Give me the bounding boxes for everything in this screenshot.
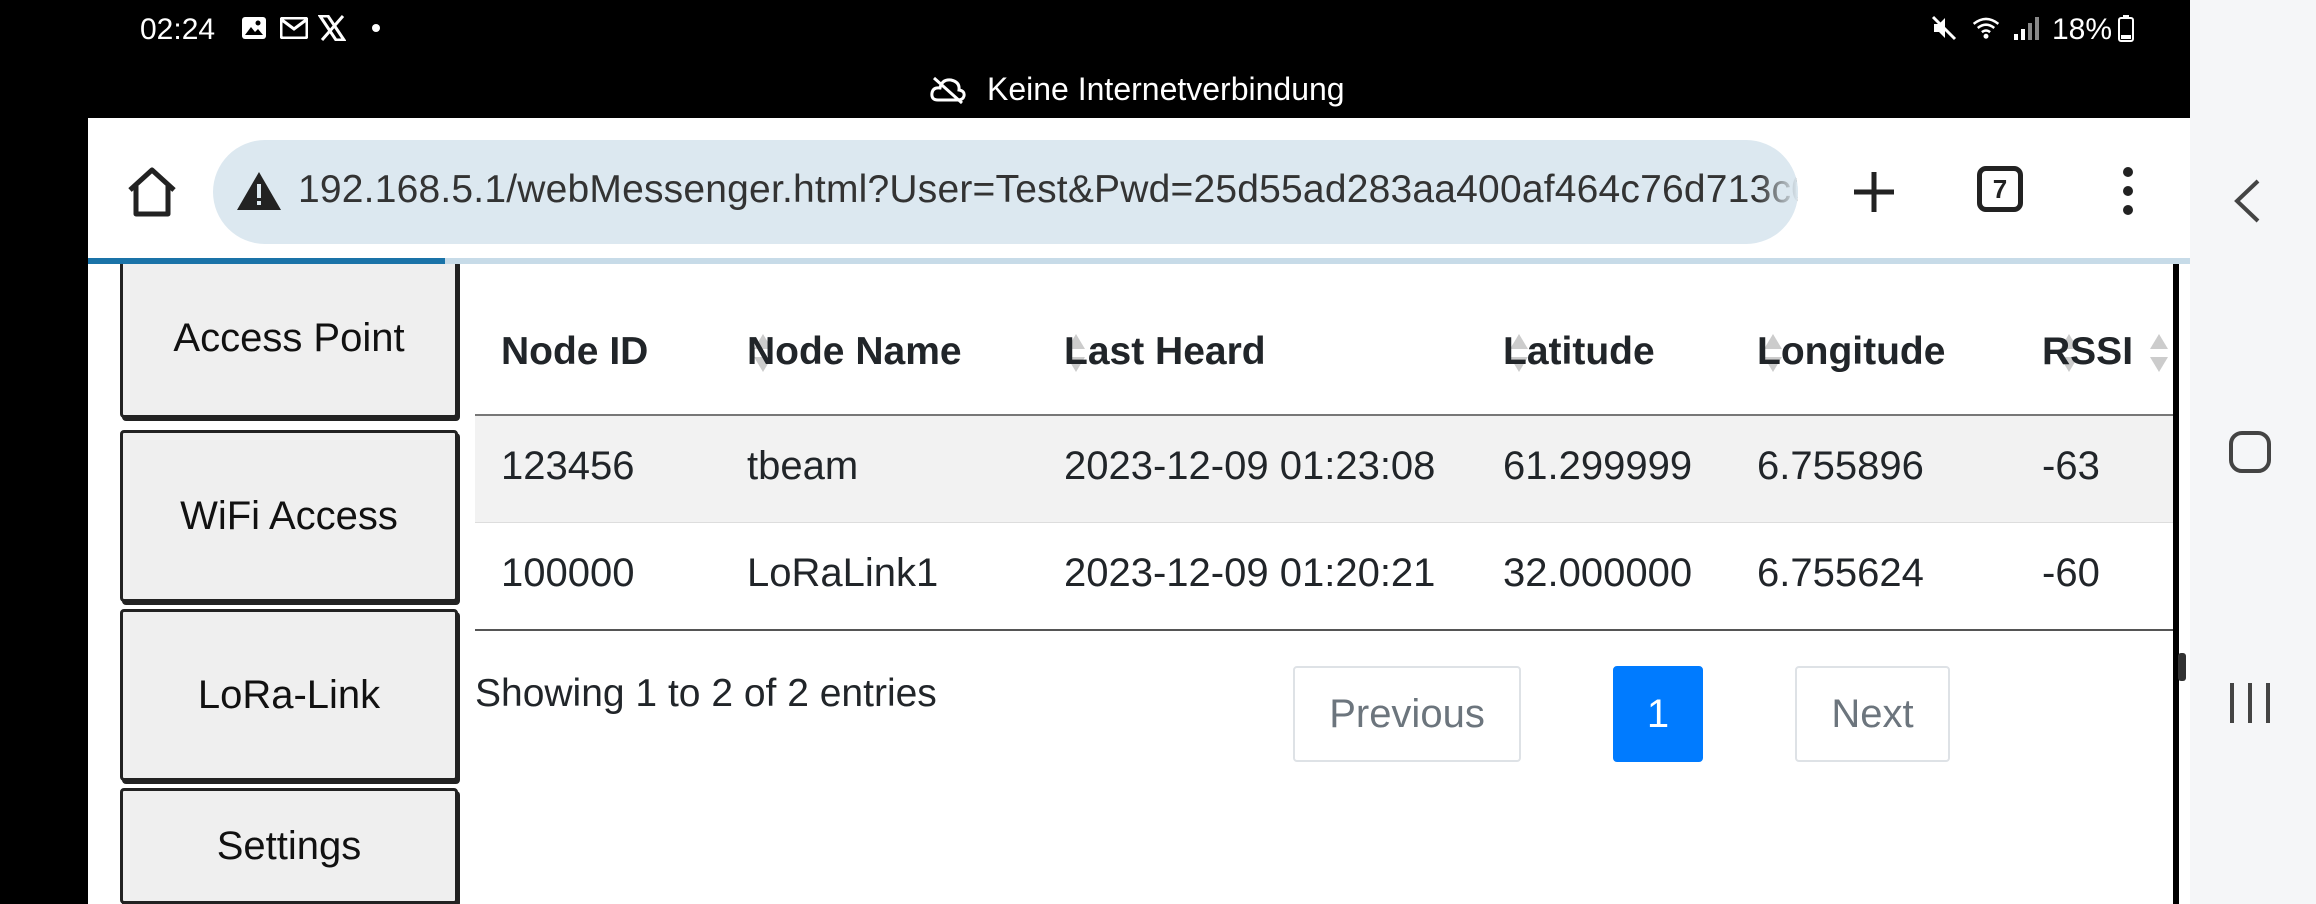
image-icon bbox=[240, 14, 268, 42]
status-time: 02:24 bbox=[140, 13, 216, 46]
next-page-button[interactable]: Next bbox=[1795, 666, 1950, 762]
cell-last-heard: 2023-12-09 01:23:08 bbox=[1064, 444, 1436, 488]
x-logo-icon bbox=[318, 14, 346, 42]
cell-node-id: 123456 bbox=[501, 444, 635, 488]
cell-node-name: tbeam bbox=[747, 444, 859, 488]
column-header-last-heard[interactable]: Last Heard bbox=[1064, 330, 1266, 374]
column-header-longitude[interactable]: Longitude bbox=[1757, 330, 1945, 374]
cell-longitude: 6.755624 bbox=[1757, 551, 1924, 595]
home-nav-icon[interactable] bbox=[2228, 430, 2272, 479]
sidebar-item-wifi-access[interactable]: WiFi Access bbox=[120, 430, 458, 602]
warning-icon[interactable] bbox=[235, 170, 283, 217]
scroll-indicator bbox=[2178, 653, 2186, 681]
cell-rssi: -60 bbox=[2042, 551, 2100, 595]
column-header-node-id[interactable]: Node ID bbox=[501, 330, 648, 374]
cell-node-name: LoRaLink1 bbox=[747, 551, 939, 595]
sidebar-item-access-point[interactable]: Access Point bbox=[120, 264, 458, 418]
more-menu-icon[interactable] bbox=[2118, 166, 2138, 216]
cell-latitude: 32.000000 bbox=[1503, 551, 1693, 595]
new-tab-icon[interactable] bbox=[1844, 162, 1904, 222]
cell-longitude: 6.755896 bbox=[1757, 444, 1924, 488]
table-row[interactable]: 100000 LoRaLink1 2023-12-09 01:20:21 32.… bbox=[475, 523, 2175, 629]
column-header-rssi[interactable]: RSSI bbox=[2042, 330, 2133, 374]
web-page: Access Point WiFi Access LoRa-Link Setti… bbox=[88, 264, 2190, 904]
signal-icon bbox=[2012, 14, 2040, 42]
cell-latitude: 61.299999 bbox=[1503, 444, 1693, 488]
battery-icon bbox=[2112, 14, 2140, 42]
offline-text: Keine Internetverbindung bbox=[987, 71, 1345, 107]
status-bar: 02:24 18% bbox=[0, 0, 2190, 62]
table-row[interactable]: 123456 tbeam 2023-12-09 01:23:08 61.2999… bbox=[475, 416, 2175, 522]
page-1-button[interactable]: 1 bbox=[1613, 666, 1703, 762]
table-info: Showing 1 to 2 of 2 entries bbox=[475, 672, 937, 715]
dot-icon bbox=[362, 14, 390, 42]
home-icon[interactable] bbox=[124, 164, 180, 220]
previous-page-button[interactable]: Previous bbox=[1293, 666, 1521, 762]
browser-toolbar: 192.168.5.1/webMessenger.html?User=Test&… bbox=[88, 118, 2190, 260]
cell-node-id: 100000 bbox=[501, 551, 635, 595]
sidebar-item-lora-link[interactable]: LoRa-Link bbox=[120, 609, 458, 781]
url-text[interactable]: 192.168.5.1/webMessenger.html?User=Test&… bbox=[298, 168, 1798, 212]
tab-switcher-button[interactable]: 7 bbox=[1977, 166, 2023, 212]
mute-icon bbox=[1930, 14, 1958, 42]
android-nav-bar bbox=[2190, 0, 2316, 904]
recents-icon[interactable] bbox=[2226, 680, 2274, 731]
mail-icon bbox=[280, 14, 308, 42]
cloud-off-icon bbox=[930, 76, 966, 109]
sidebar-item-settings[interactable]: Settings bbox=[120, 788, 458, 904]
cell-last-heard: 2023-12-09 01:20:21 bbox=[1064, 551, 1436, 595]
battery-level: 18% bbox=[2052, 13, 2113, 46]
url-bar[interactable]: 192.168.5.1/webMessenger.html?User=Test&… bbox=[213, 140, 1798, 244]
cell-rssi: -63 bbox=[2042, 444, 2100, 488]
column-header-node-name[interactable]: Node Name bbox=[747, 330, 962, 374]
offline-banner: Keine Internetverbindung bbox=[0, 62, 2190, 118]
column-header-latitude[interactable]: Latitude bbox=[1503, 330, 1655, 374]
sort-icon[interactable] bbox=[2148, 332, 2170, 374]
wifi-icon bbox=[1972, 14, 2000, 42]
back-icon[interactable] bbox=[2232, 178, 2262, 229]
